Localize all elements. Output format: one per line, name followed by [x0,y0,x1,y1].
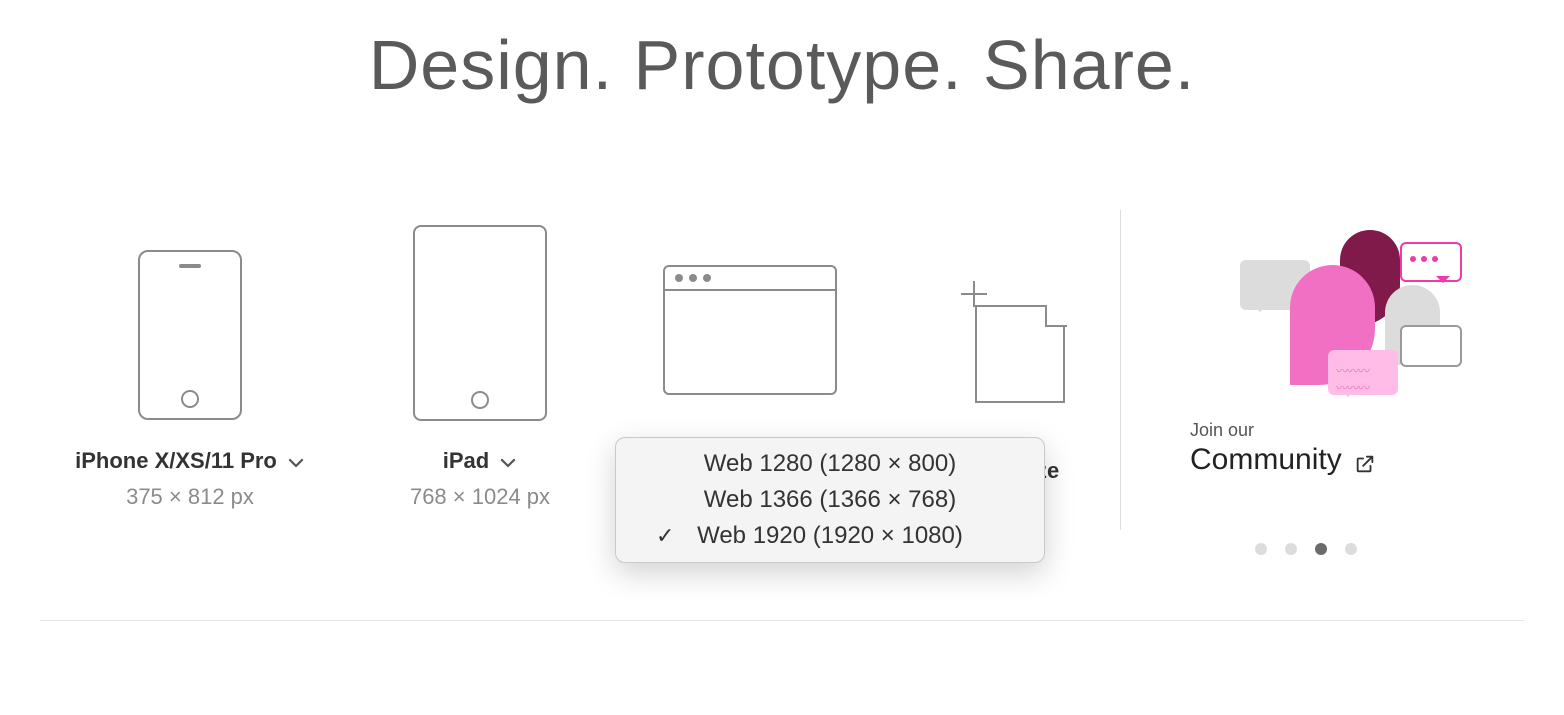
preset-tablet-label: iPad [443,448,489,474]
phone-icon [60,220,320,430]
pager-dot-2[interactable] [1315,543,1327,555]
browser-window-icon [610,220,890,430]
preset-tablet-card[interactable]: iPad 768 × 1024 px [350,220,610,510]
web-size-option-1920[interactable]: ✓ Web 1920 (1920 × 1080) [616,518,1044,554]
dropdown-item-label: Web 1920 (1920 × 1080) [697,522,963,550]
dropdown-item-label: Web 1366 (1366 × 768) [704,486,956,514]
preset-custom-card[interactable] [910,220,1110,430]
preset-phone-label-row[interactable]: iPhone X/XS/11 Pro [60,448,320,474]
checkmark-icon: ✓ [656,523,674,549]
community-aside[interactable]: 〰〰〰〰〰〰 Join our Community [1190,230,1510,477]
carousel-pager[interactable] [1255,543,1357,555]
web-size-dropdown[interactable]: Web 1280 (1280 × 800) Web 1366 (1366 × 7… [615,437,1045,563]
chevron-down-icon[interactable] [287,452,305,470]
external-link-icon [1354,449,1376,471]
horizontal-divider [40,620,1524,621]
community-link[interactable]: Community [1190,443,1510,477]
web-size-option-1280[interactable]: Web 1280 (1280 × 800) [616,446,1044,482]
custom-size-icon [910,220,1110,430]
preset-tablet-dimensions: 768 × 1024 px [350,484,610,510]
pager-dot-3[interactable] [1345,543,1357,555]
web-size-option-1366[interactable]: Web 1366 (1366 × 768) [616,482,1044,518]
join-our-label: Join our [1190,420,1510,441]
vertical-divider [1120,210,1121,530]
preset-web-card[interactable] [610,220,890,430]
preset-tablet-label-row[interactable]: iPad [350,448,610,474]
pager-dot-0[interactable] [1255,543,1267,555]
dropdown-item-label: Web 1280 (1280 × 800) [704,450,956,478]
tablet-icon [350,220,610,430]
preset-phone-label: iPhone X/XS/11 Pro [75,448,277,474]
pager-dot-1[interactable] [1285,543,1297,555]
chevron-down-icon[interactable] [499,452,517,470]
preset-phone-card[interactable]: iPhone X/XS/11 Pro 375 × 812 px [60,220,320,510]
community-label: Community [1190,443,1342,477]
community-illustration: 〰〰〰〰〰〰 [1210,230,1470,410]
preset-phone-dimensions: 375 × 812 px [60,484,320,510]
headline: Design. Prototype. Share. [0,25,1564,105]
